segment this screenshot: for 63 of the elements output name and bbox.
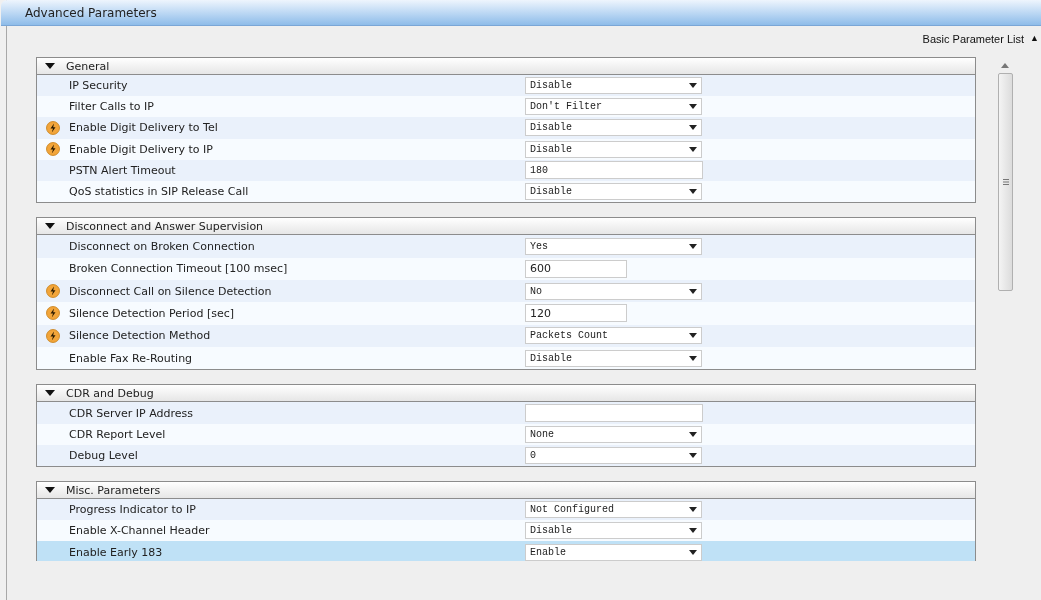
dropdown[interactable]: Disable (525, 349, 702, 367)
dropdown[interactable]: Disable (525, 522, 702, 540)
grip-icon (1002, 179, 1009, 185)
dropdown[interactable]: Packets Count (525, 327, 702, 345)
section-header[interactable]: General (37, 58, 975, 75)
caret-icon (689, 83, 697, 89)
parameter-label: Enable Early 183 (69, 545, 164, 559)
parameter-label: CDR Report Level (69, 427, 167, 441)
input-field[interactable] (525, 404, 703, 423)
scroll-thumb[interactable] (998, 73, 1013, 291)
caret-icon (689, 507, 697, 513)
parameter-label: Progress Indicator to IP (69, 503, 197, 517)
parameter-label: Filter Calls to IP (69, 100, 155, 114)
caret-icon (689, 104, 697, 110)
scroll-up-icon (1001, 63, 1009, 68)
caret-icon (689, 549, 697, 555)
dropdown[interactable]: 0 (525, 446, 702, 464)
parameter-label: Enable Digit Delivery to IP (69, 142, 214, 156)
caret-icon (689, 355, 697, 361)
parameter-label: Silence Detection Method (69, 329, 212, 343)
caret-icon (689, 333, 697, 339)
caret-icon (689, 243, 697, 249)
basic-parameter-list-link[interactable]: Basic Parameter List ▲ (922, 33, 1039, 55)
parameter-label: Enable Digit Delivery to Tel (69, 121, 219, 135)
parameter-label: Silence Detection Period [sec] (69, 307, 235, 320)
parameter-label: Disconnect Call on Silence Detection (69, 284, 273, 298)
section-title: Misc. Parameters (66, 483, 161, 497)
section-header[interactable]: Disconnect and Answer Supervision (37, 218, 975, 236)
parameter-label: Debug Level (69, 448, 139, 462)
section-title: CDR and Debug (66, 386, 154, 400)
caret-icon (689, 431, 697, 437)
caret-icon (689, 288, 697, 294)
dropdown[interactable]: No (525, 282, 702, 300)
dropdown[interactable]: Enable (525, 543, 702, 561)
section-header[interactable]: Misc. Parameters (37, 482, 975, 500)
parameter-label: Enable Fax Re-Routing (69, 351, 194, 365)
input-field[interactable]: 120 (525, 304, 627, 323)
window-title: Advanced Parameters (1, 0, 1041, 26)
section-header[interactable]: CDR and Debug (37, 385, 975, 403)
dropdown[interactable]: Don't Filter (525, 98, 702, 116)
dropdown[interactable]: Disable (525, 119, 702, 137)
dropdown[interactable]: None (525, 425, 702, 443)
caret-icon (689, 452, 697, 458)
section-title: General (66, 59, 110, 73)
parameter-label: Enable X-Channel Header (69, 524, 211, 538)
caret-icon (689, 125, 697, 131)
caret-icon (689, 528, 697, 534)
caret-icon (689, 189, 697, 195)
parameter-label: CDR Server IP Address (69, 406, 195, 420)
parameter-label: Disconnect on Broken Connection (69, 239, 256, 253)
dropdown[interactable]: Not Configured (525, 501, 702, 519)
caret-icon (689, 146, 697, 152)
parameter-label: Broken Connection Timeout [100 msec] (69, 262, 289, 276)
dropdown[interactable]: Disable (525, 140, 702, 158)
dropdown[interactable]: Yes (525, 237, 702, 255)
dropdown[interactable]: Disable (525, 77, 702, 95)
dropdown[interactable]: Disable (525, 183, 702, 201)
section-title: Disconnect and Answer Supervision (66, 219, 264, 233)
input-field[interactable]: 600 (525, 259, 627, 278)
parameter-label: QoS statistics in SIP Release Call (69, 185, 250, 199)
input-field[interactable]: 180 (525, 161, 703, 180)
parameter-label: IP Security (69, 79, 129, 93)
parameter-label: PSTN Alert Timeout (69, 163, 177, 177)
